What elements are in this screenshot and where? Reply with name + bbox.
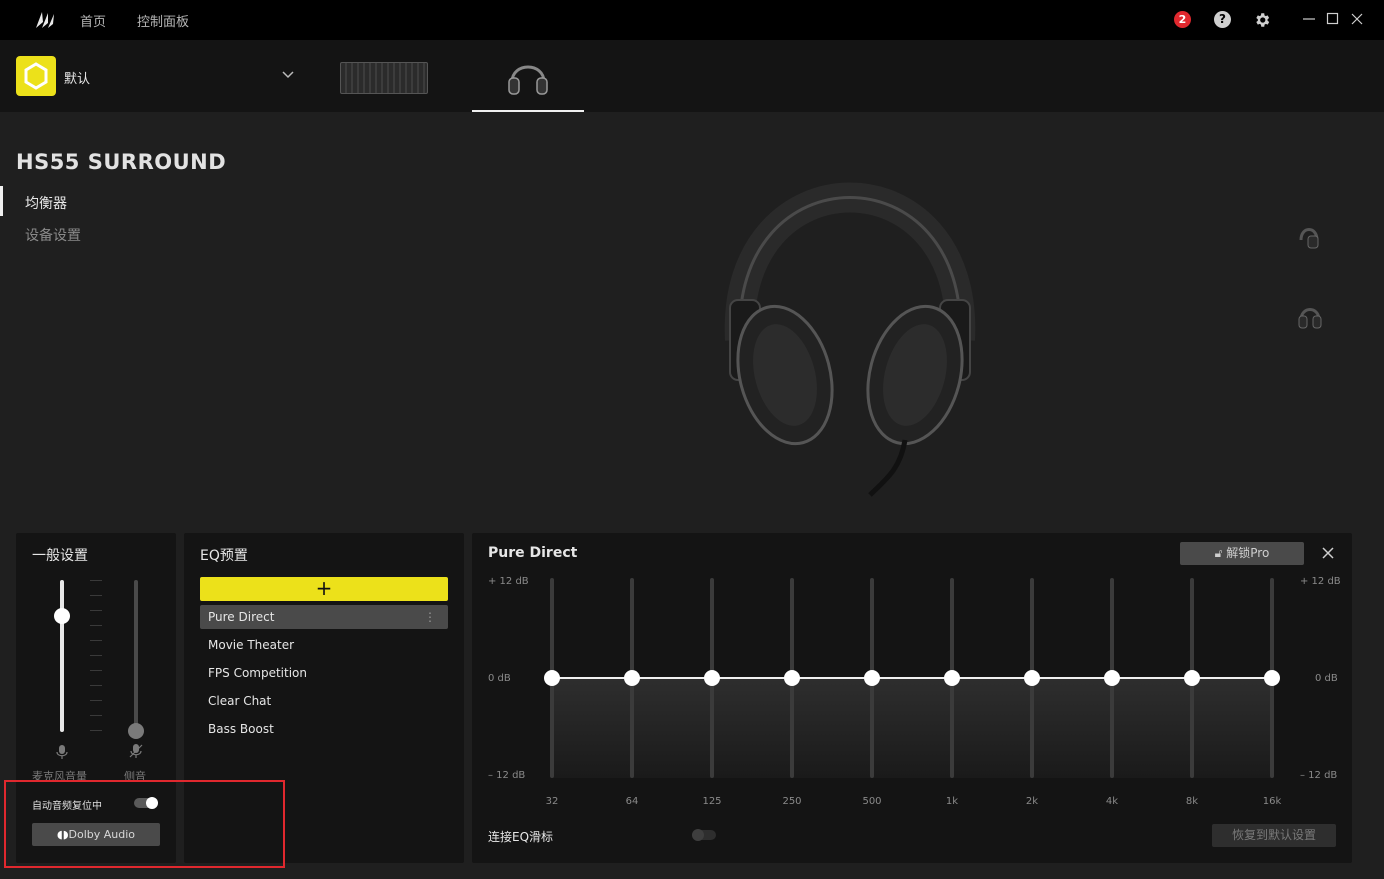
- headset-device-tab[interactable]: [472, 40, 584, 112]
- eq-band-knob-64[interactable]: [624, 670, 640, 686]
- sidetone-muted-icon: [129, 744, 143, 758]
- sidebar-item-equalizer[interactable]: 均衡器: [25, 193, 67, 213]
- maximize-icon[interactable]: [1326, 12, 1340, 26]
- scale-tick: [90, 625, 102, 626]
- eq-band-label-250: 250: [782, 796, 802, 807]
- eq-band-label-1k: 1k: [945, 796, 959, 807]
- link-eq-toggle[interactable]: [692, 829, 716, 841]
- scale-tick: [90, 715, 102, 716]
- unlock-pro-button[interactable]: 🔓︎ 解锁Pro: [1180, 542, 1304, 565]
- eq-curve-line: [552, 677, 1272, 679]
- preset-item-pure-direct[interactable]: Pure Direct ⋮: [200, 605, 448, 629]
- chevron-down-icon[interactable]: [282, 70, 294, 80]
- corsair-logo-icon: [36, 12, 54, 28]
- scale-tick: [90, 640, 102, 641]
- scale-tick: [90, 685, 102, 686]
- equalizer-title: Pure Direct: [488, 545, 578, 561]
- profile-icon[interactable]: [16, 56, 56, 96]
- preset-item-movie-theater[interactable]: Movie Theater: [200, 633, 448, 657]
- eq-band-label-500: 500: [862, 796, 882, 807]
- microphone-icon: [56, 745, 68, 759]
- eq-band-knob-1k[interactable]: [944, 670, 960, 686]
- close-eq-icon[interactable]: [1321, 546, 1335, 560]
- minimize-icon[interactable]: [1302, 12, 1316, 26]
- scale-tick: [90, 700, 102, 701]
- general-settings-title: 一般设置: [32, 548, 88, 564]
- mic-volume-slider-track[interactable]: [60, 580, 64, 732]
- eq-band-label-64: 64: [625, 796, 639, 807]
- db-top-right-label: + 12 dB: [1300, 576, 1341, 587]
- nav-home[interactable]: 首页: [80, 11, 106, 30]
- preset-item-clear-chat[interactable]: Clear Chat: [200, 689, 448, 713]
- preset-label: Pure Direct: [208, 610, 275, 624]
- sidebar-item-device-settings[interactable]: 设备设置: [25, 225, 81, 245]
- eq-band-label-4k: 4k: [1105, 796, 1119, 807]
- gear-icon[interactable]: [1253, 11, 1271, 29]
- eq-band-knob-250[interactable]: [784, 670, 800, 686]
- scale-tick: [90, 610, 102, 611]
- eq-curve-fill: [552, 678, 1272, 778]
- mic-volume-slider-knob[interactable]: [54, 608, 70, 624]
- scale-tick: [90, 670, 102, 671]
- preset-item-fps-competition[interactable]: FPS Competition: [200, 661, 448, 685]
- highlight-box: [4, 780, 285, 868]
- headset-front-view-icon[interactable]: [1296, 302, 1324, 330]
- close-icon[interactable]: [1350, 12, 1364, 26]
- db-bottom-right-label: – 12 dB: [1300, 770, 1338, 781]
- eq-presets-title: EQ预置: [200, 548, 248, 564]
- eq-band-knob-500[interactable]: [864, 670, 880, 686]
- keyboard-device-tab[interactable]: [340, 62, 428, 94]
- add-preset-button[interactable]: +: [200, 577, 448, 601]
- eq-band-label-2k: 2k: [1025, 796, 1039, 807]
- sidetone-slider-track[interactable]: [134, 580, 138, 732]
- title-bar: 首页 控制面板 2 ?: [0, 0, 1384, 40]
- eq-band-label-32: 32: [545, 796, 559, 807]
- device-title: HS55 SURROUND: [16, 150, 227, 174]
- reset-default-button[interactable]: 恢复到默认设置: [1212, 824, 1336, 847]
- headset-side-view-icon[interactable]: [1296, 222, 1322, 250]
- db-mid-right-label: 0 dB: [1315, 673, 1338, 684]
- sidebar-active-indicator: [0, 186, 3, 216]
- unlock-pro-label: 解锁Pro: [1226, 546, 1270, 560]
- nav-dashboard[interactable]: 控制面板: [137, 11, 189, 30]
- headset-product-image: [724, 182, 976, 497]
- eq-band-label-8k: 8k: [1185, 796, 1199, 807]
- sidetone-slider-knob[interactable]: [128, 723, 144, 739]
- toggle-knob: [692, 829, 704, 841]
- scale-tick: [90, 730, 102, 731]
- eq-band-knob-8k[interactable]: [1184, 670, 1200, 686]
- eq-band-label-16k: 16k: [1262, 796, 1282, 807]
- headset-icon: [508, 65, 548, 95]
- scale-tick: [90, 655, 102, 656]
- scale-tick: [90, 595, 102, 596]
- eq-band-knob-2k[interactable]: [1024, 670, 1040, 686]
- db-top-left-label: + 12 dB: [488, 576, 529, 587]
- scale-tick: [90, 580, 102, 581]
- eq-band-knob-125[interactable]: [704, 670, 720, 686]
- db-mid-left-label: 0 dB: [488, 673, 511, 684]
- notification-badge[interactable]: 2: [1174, 11, 1191, 28]
- lock-icon: 🔓︎: [1214, 546, 1227, 560]
- more-options-icon[interactable]: ⋮: [424, 605, 436, 629]
- device-bar: 默认: [0, 40, 1384, 112]
- eq-band-knob-16k[interactable]: [1264, 670, 1280, 686]
- profile-name[interactable]: 默认: [64, 68, 90, 87]
- db-bottom-left-label: – 12 dB: [488, 770, 526, 781]
- eq-band-knob-32[interactable]: [544, 670, 560, 686]
- preset-item-bass-boost[interactable]: Bass Boost: [200, 717, 448, 741]
- selected-tab-indicator: [472, 110, 584, 112]
- help-icon[interactable]: ?: [1214, 11, 1231, 28]
- link-eq-label: 连接EQ滑标: [488, 830, 554, 844]
- eq-band-label-125: 125: [702, 796, 722, 807]
- eq-band-knob-4k[interactable]: [1104, 670, 1120, 686]
